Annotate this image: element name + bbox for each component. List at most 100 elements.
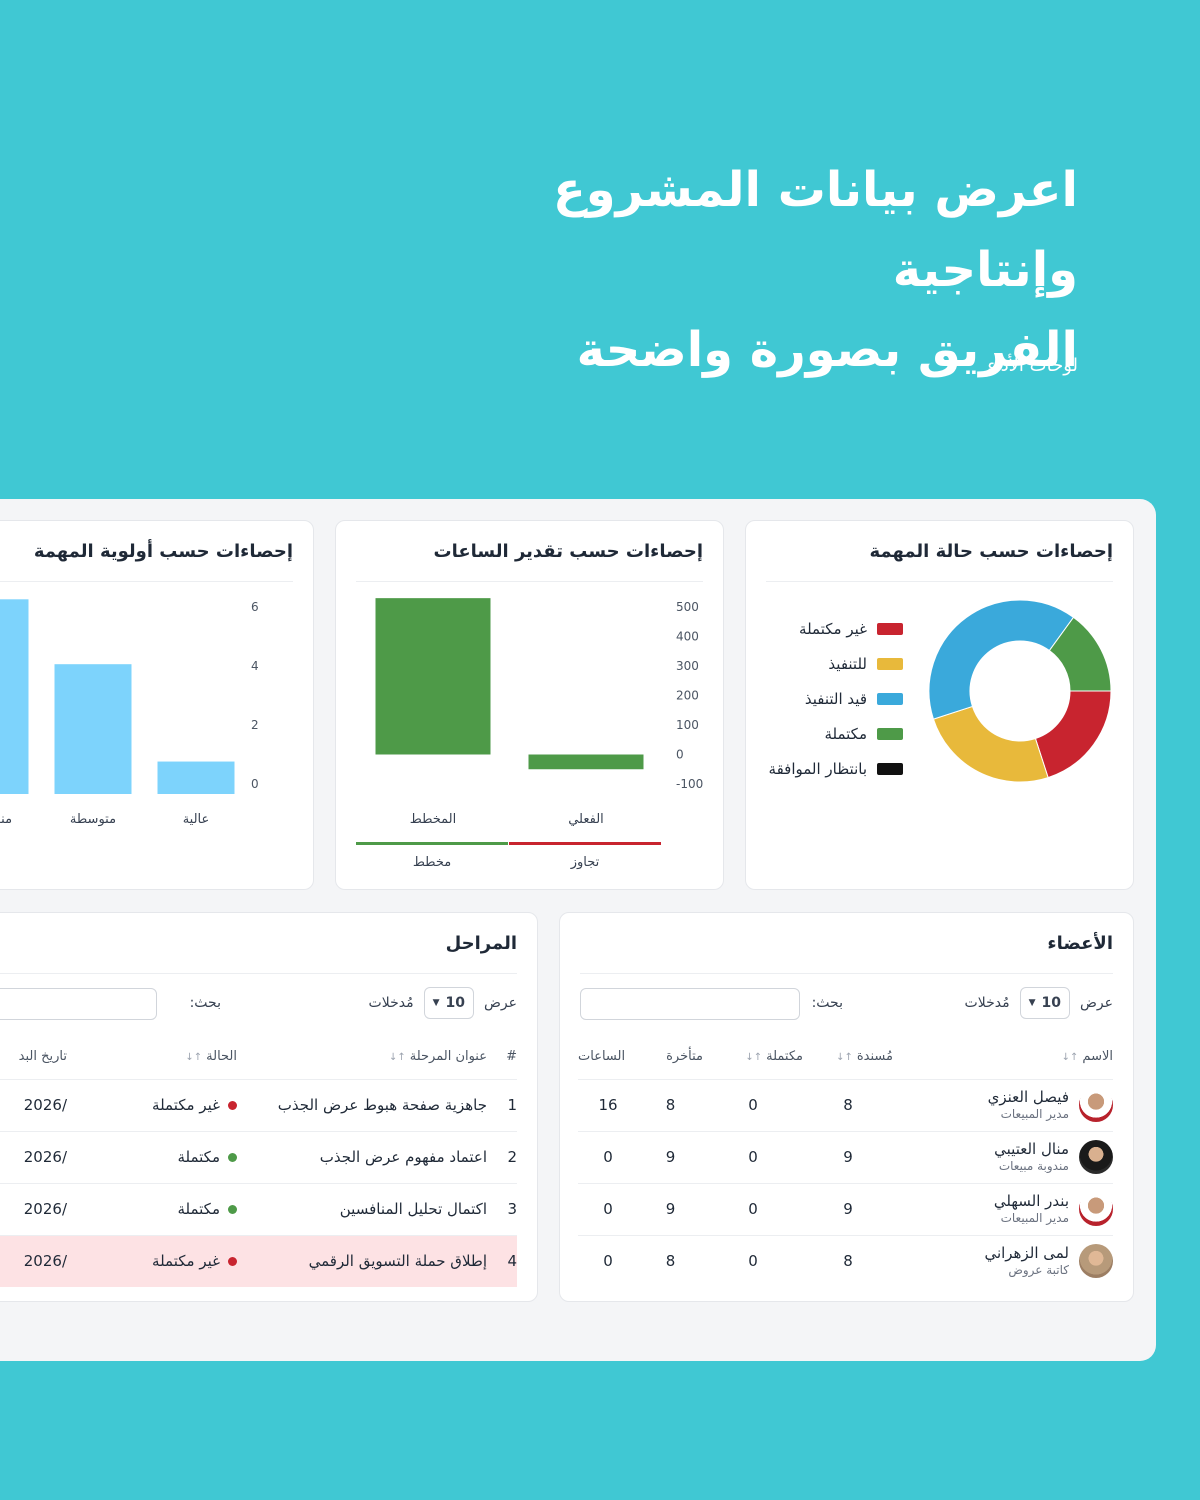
y-tick-label: 4 [251, 659, 259, 673]
table-row[interactable]: بندر السهلي مدير المبيعات 9 0 9 0 [578, 1182, 1113, 1235]
donut-slice[interactable] [932, 705, 1049, 783]
legend-swatch [877, 692, 903, 705]
table-row[interactable]: لمى الزهراني كاتبة عروض 8 0 8 0 [578, 1234, 1113, 1287]
bar[interactable] [375, 598, 491, 755]
member-cell: لمى الزهراني كاتبة عروض [893, 1244, 1113, 1279]
late-cell: 9 [638, 1130, 703, 1183]
task-status-title: إحصاءات حسب حالة المهمة [869, 541, 1113, 562]
avatar [1079, 1192, 1113, 1226]
bar[interactable] [528, 754, 644, 770]
hours-estimate-card: إحصاءات حسب تقدير الساعات 500 400 300 200 10… [335, 520, 724, 890]
col-title-header[interactable]: عنوان المرحلة↑↓ [237, 1035, 487, 1079]
member-name[interactable]: فيصل العنزي [988, 1088, 1069, 1106]
phase-number-cell: 4 [487, 1234, 517, 1287]
bar[interactable] [0, 599, 29, 794]
phase-date-cell: /2026 [0, 1182, 67, 1235]
table-row[interactable]: فيصل العنزي مدير المبيعات 8 0 8 16 [578, 1078, 1113, 1131]
member-cell: منال العتيبي مندوبة مبيعات [893, 1140, 1113, 1174]
legend-item[interactable]: غير مكتملة [769, 611, 903, 646]
y-tick-label: 200 [676, 689, 699, 703]
table-row-highlighted[interactable]: 4 إطلاق حملة التسويق الرقمي غير مكتملة /… [0, 1234, 517, 1287]
assigned-cell: 9 [803, 1182, 893, 1235]
late-cell: 8 [638, 1234, 703, 1287]
hours-cell: 16 [578, 1078, 638, 1131]
legend-item[interactable]: بانتظار الموافقة [769, 751, 903, 786]
member-name[interactable]: لمى الزهراني [984, 1244, 1069, 1262]
phase-title-cell[interactable]: جاهزية صفحة هبوط عرض الجذب [237, 1078, 487, 1131]
legend-line-overrun [509, 842, 661, 845]
status-label: مكتملة [177, 1148, 220, 1166]
member-cell: بندر السهلي مدير المبيعات [893, 1192, 1113, 1226]
phases-title: المراحل [445, 933, 517, 954]
table-header-row: الاسم↑↓ مُسندة↑↓ مكتملة↑↓ متأخرة الساعات [578, 1035, 1113, 1079]
status-dot [228, 1205, 237, 1214]
legend-swatch [877, 622, 903, 635]
phases-search-label: بحث: [189, 995, 221, 1011]
x-tick-label: منخفضة [0, 812, 12, 827]
sort-icon: ↑↓ [1061, 1052, 1079, 1064]
donut-slice[interactable] [1034, 690, 1112, 779]
assigned-cell: 8 [803, 1234, 893, 1287]
legend-swatch [877, 657, 903, 670]
legend-item[interactable]: قيد التنفيذ [769, 681, 903, 716]
col-hours-header[interactable]: الساعات [578, 1035, 638, 1079]
col-completed-header[interactable]: مكتملة↑↓ [703, 1035, 803, 1079]
col-name-header[interactable]: الاسم↑↓ [893, 1035, 1113, 1079]
table-row[interactable]: 1 جاهزية صفحة هبوط عرض الجذب غير مكتملة … [0, 1078, 517, 1131]
phase-status-cell: غير مكتملة [67, 1234, 237, 1287]
avatar [1079, 1088, 1113, 1122]
phases-length-control: عرض 10 ▼ مُدخلات [369, 987, 517, 1019]
col-status-header[interactable]: الحالة↑↓ [67, 1035, 237, 1079]
status-label: غير مكتملة [152, 1252, 220, 1271]
member-cell: فيصل العنزي مدير المبيعات [893, 1088, 1113, 1122]
legend-label: للتنفيذ [828, 654, 867, 673]
legend-item[interactable]: للتنفيذ [769, 646, 903, 681]
member-name[interactable]: منال العتيبي [994, 1140, 1069, 1158]
col-assigned-header[interactable]: مُسندة↑↓ [803, 1035, 893, 1079]
hero-title-line-1: اعرض بيانات المشروع وإنتاجية [553, 162, 1078, 298]
assigned-cell: 9 [803, 1130, 893, 1183]
table-row[interactable]: منال العتيبي مندوبة مبيعات 9 0 9 0 [578, 1130, 1113, 1183]
member-name[interactable]: بندر السهلي [994, 1192, 1069, 1210]
col-number-header[interactable]: # [487, 1035, 517, 1079]
assigned-cell: 8 [803, 1078, 893, 1131]
table-header-row: # عنوان المرحلة↑↓ الحالة↑↓ تاريخ البد [0, 1035, 517, 1079]
phase-title-cell[interactable]: إطلاق حملة التسويق الرقمي [237, 1234, 487, 1287]
bar[interactable] [157, 761, 235, 794]
members-search-input[interactable] [580, 988, 800, 1020]
legend-swatch [877, 727, 903, 740]
phase-title-cell[interactable]: اكتمال تحليل المنافسين [237, 1182, 487, 1235]
completed-cell: 0 [703, 1182, 803, 1235]
member-role: مدير المبيعات [1000, 1107, 1069, 1121]
donut-slice[interactable] [928, 599, 1075, 720]
bar[interactable] [54, 664, 132, 794]
hours-cell: 0 [578, 1234, 638, 1287]
x-tick-label: متوسطة [70, 812, 116, 827]
task-status-legend: غير مكتملة للتنفيذ قيد التنفيذ مكتملة با… [769, 611, 903, 786]
legend-item[interactable]: مكتملة [769, 716, 903, 751]
hero-title-line-2: الفريق بصورة واضحة [576, 322, 1078, 378]
col-start-date-header[interactable]: تاريخ البد [0, 1035, 67, 1079]
phases-search-input[interactable] [0, 988, 157, 1020]
members-length-control: عرض 10 ▼ مُدخلات [965, 987, 1113, 1019]
sort-icon: ↑↓ [745, 1052, 763, 1064]
hours-bar-chart: 500 400 300 200 100 0 -100 الفعلي المخطط [375, 598, 703, 827]
hours-estimate-title: إحصاءات حسب تقدير الساعات [433, 541, 703, 562]
x-tick-label: الفعلي [568, 812, 604, 827]
members-search-label: بحث: [811, 995, 843, 1011]
show-label: عرض [483, 995, 517, 1011]
members-title: الأعضاء [1047, 933, 1113, 954]
phase-title-cell[interactable]: اعتماد مفهوم عرض الجذب [237, 1130, 487, 1183]
table-row[interactable]: 3 اكتمال تحليل المنافسين مكتملة /2026 [0, 1182, 517, 1235]
member-role: كاتبة عروض [1008, 1263, 1069, 1278]
legend-label: غير مكتملة [799, 619, 867, 638]
table-row[interactable]: 2 اعتماد مفهوم عرض الجذب مكتملة /2026 [0, 1130, 517, 1183]
priority-bar-chart: 6 4 2 0 عالية متوسطة منخفضة [0, 599, 259, 827]
member-role: مندوبة مبيعات [998, 1159, 1069, 1173]
col-late-header[interactable]: متأخرة [638, 1035, 703, 1079]
late-cell: 9 [638, 1182, 703, 1235]
status-dot [228, 1101, 237, 1110]
entries-select[interactable]: 10 ▼ [1019, 987, 1070, 1019]
entries-select[interactable]: 10 ▼ [423, 987, 474, 1019]
x-tick-label: عالية [183, 812, 210, 827]
